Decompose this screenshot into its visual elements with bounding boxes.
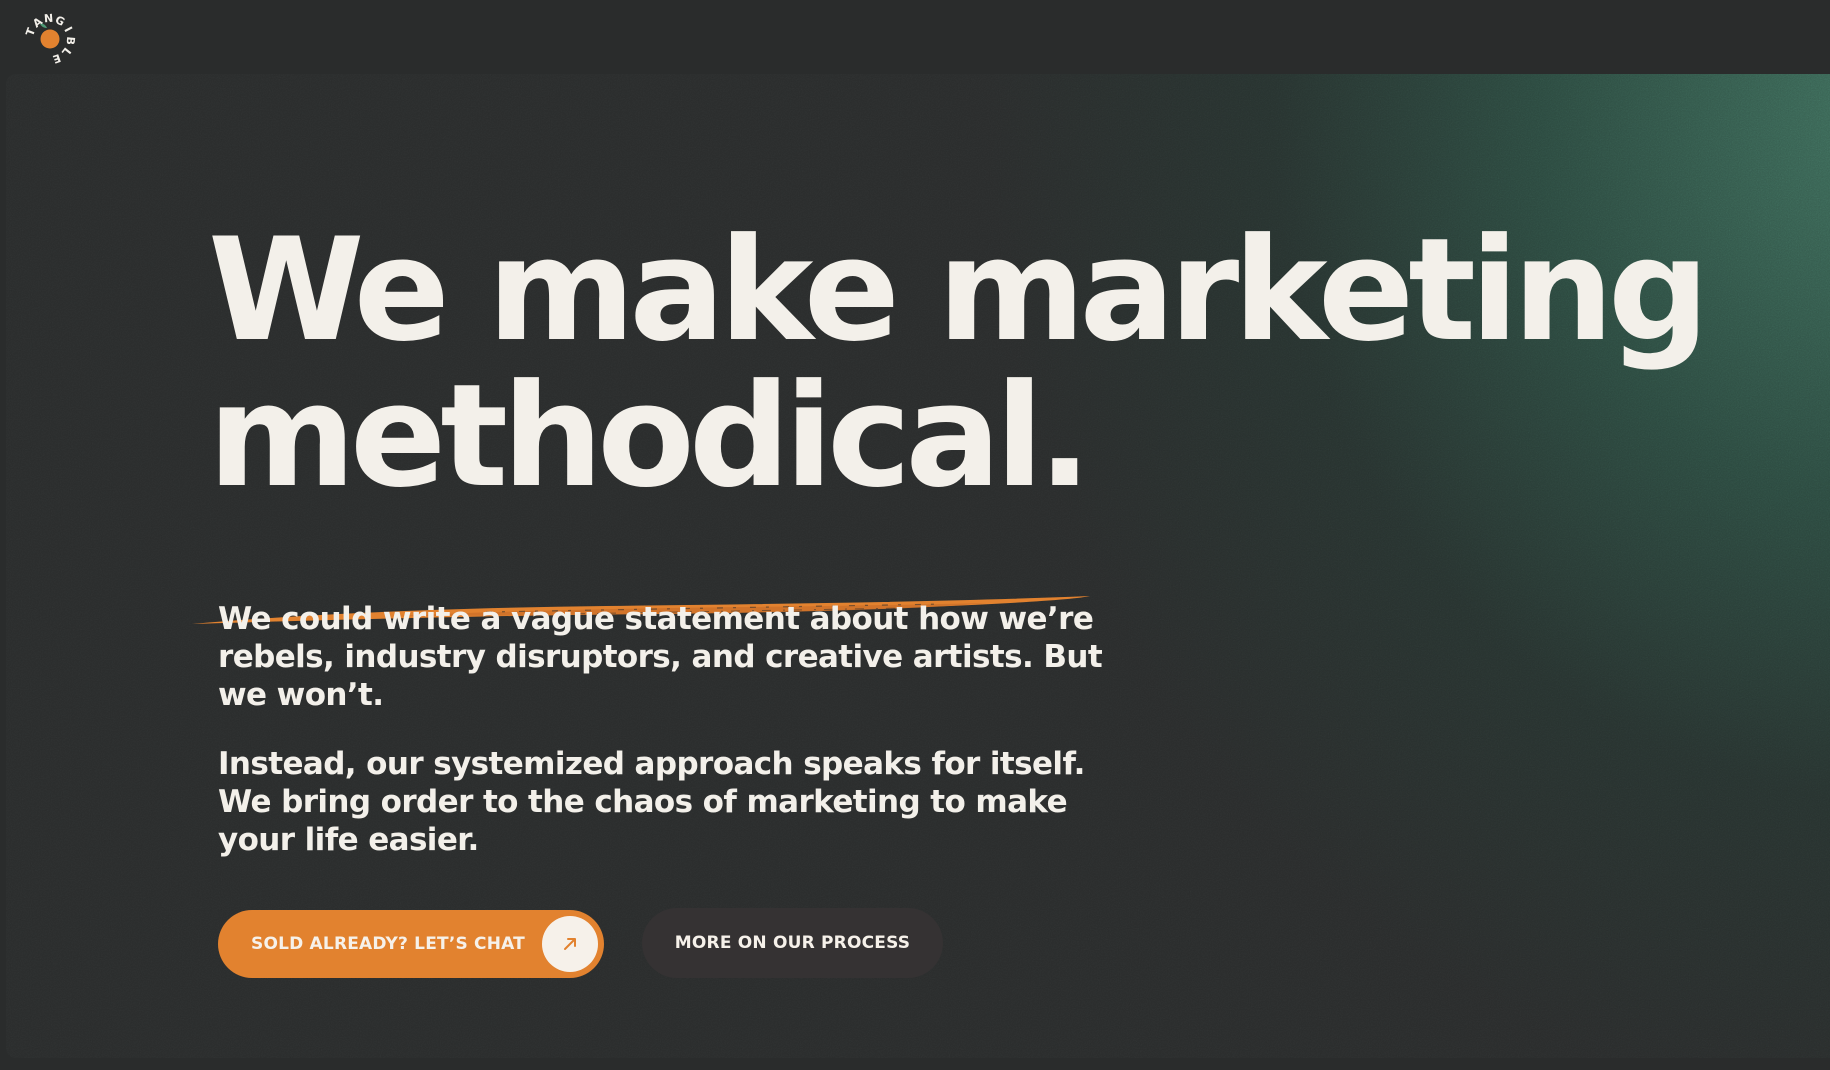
lets-chat-label: SOLD ALREADY? LET’S CHAT bbox=[251, 934, 525, 954]
intro-paragraph: We could write a vague statement about h… bbox=[218, 601, 1103, 713]
logo-letter: E bbox=[51, 51, 62, 66]
approach-paragraph: Instead, our systemized approach speaks … bbox=[218, 746, 1085, 858]
logo-letter: L bbox=[59, 45, 74, 59]
hero-section: We make marketing methodical. We could w… bbox=[6, 74, 1830, 1058]
logo-letter: G bbox=[53, 13, 67, 29]
our-process-button[interactable]: MORE ON OUR PROCESS bbox=[642, 908, 943, 978]
arrow-circle bbox=[542, 916, 598, 972]
orange-icon bbox=[40, 29, 60, 49]
logo-letter: I bbox=[61, 25, 74, 35]
arrow-up-right-icon bbox=[564, 938, 576, 950]
logo-letter: B bbox=[64, 36, 78, 45]
logo-letter: N bbox=[44, 12, 54, 26]
headline-line-2: methodical. bbox=[208, 354, 1092, 519]
lets-chat-button[interactable]: SOLD ALREADY? LET’S CHAT bbox=[218, 910, 604, 978]
tangible-logo[interactable]: TAN GIBLE bbox=[20, 6, 82, 68]
headline-line-1: We make marketing bbox=[208, 208, 1709, 373]
top-bar: TANGIBLE bbox=[0, 0, 1830, 74]
our-process-label: MORE ON OUR PROCESS bbox=[674, 933, 911, 953]
hero-headline: We make marketing methodical. bbox=[208, 208, 1709, 519]
